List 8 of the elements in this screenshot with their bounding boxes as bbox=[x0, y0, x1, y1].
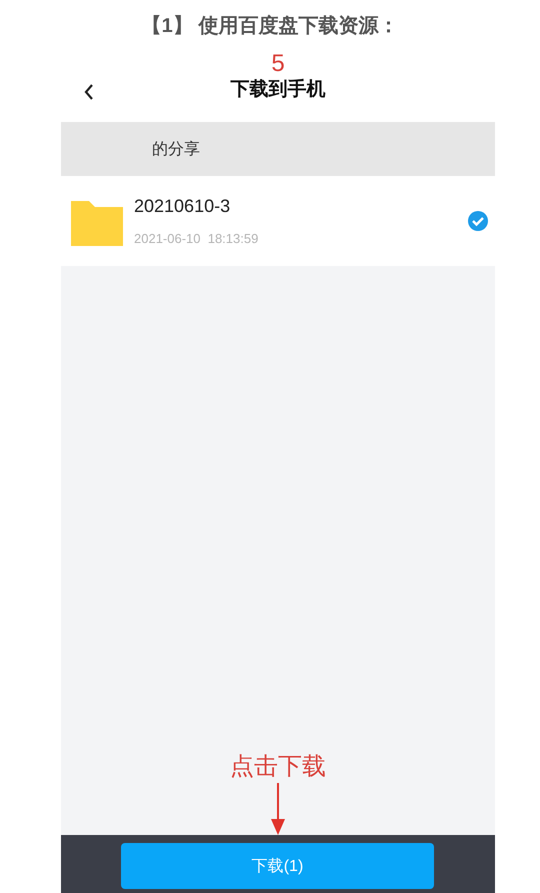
screen-title: 下载到手机 bbox=[230, 78, 326, 102]
file-date: 2021-06-10 18:13:59 bbox=[134, 231, 260, 246]
step-number: 5 bbox=[271, 52, 285, 76]
file-name: 20210610-3 bbox=[134, 196, 232, 217]
file-row[interactable]: 20210610-3 2021-06-10 18:13:59 bbox=[61, 176, 495, 266]
page-heading: 【1】 使用百度盘下载资源： bbox=[140, 14, 400, 38]
breadcrumb: 的分享 bbox=[61, 122, 495, 176]
hint-annotation: 点击下载 bbox=[230, 753, 326, 781]
